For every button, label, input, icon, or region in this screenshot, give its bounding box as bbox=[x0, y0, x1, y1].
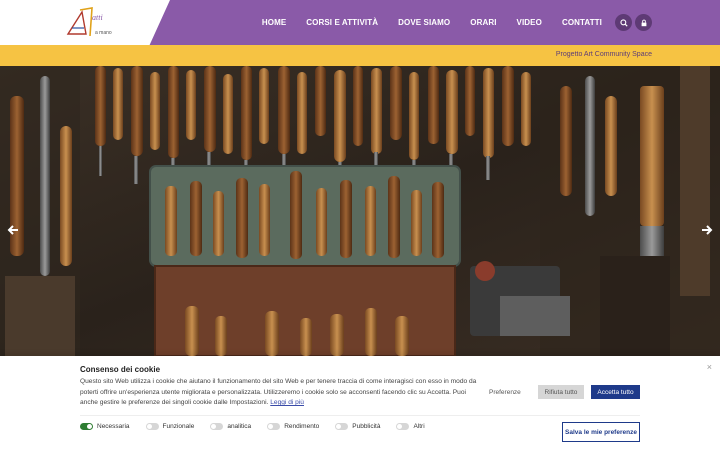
toggle-label: Altri bbox=[413, 423, 425, 430]
read-more-link[interactable]: Leggi di più bbox=[270, 399, 304, 406]
close-icon[interactable]: × bbox=[707, 362, 712, 372]
toggle-performance: Rendimento bbox=[267, 423, 319, 430]
arrow-right-icon bbox=[702, 225, 713, 235]
slider-next-button[interactable] bbox=[700, 223, 714, 237]
header-bar: atti a mano HOME CORSI E ATTIVITÀ DOVE S… bbox=[0, 0, 720, 45]
toggle-label: Rendimento bbox=[284, 423, 320, 430]
nav-item-home[interactable]: HOME bbox=[262, 18, 286, 27]
site-logo[interactable]: atti a mano bbox=[62, 6, 122, 40]
toggle-label: Funzionale bbox=[162, 423, 195, 430]
nav-item-orari[interactable]: ORARI bbox=[470, 18, 496, 27]
reject-all-button[interactable]: Rifiuta tutto bbox=[538, 385, 584, 399]
save-preferences-button[interactable]: Salva le mie preferenze bbox=[562, 422, 640, 442]
lock-icon bbox=[641, 19, 646, 26]
page: atti a mano HOME CORSI E ATTIVITÀ DOVE S… bbox=[0, 0, 720, 450]
search-button[interactable] bbox=[615, 14, 632, 31]
svg-text:atti: atti bbox=[92, 13, 103, 22]
cookie-divider bbox=[80, 415, 640, 416]
slider-prev-button[interactable] bbox=[6, 223, 20, 237]
toggle-functional: Funzionale bbox=[145, 423, 195, 430]
login-button[interactable] bbox=[635, 14, 652, 31]
announcement-strip: Progetto Art Community Space bbox=[0, 45, 720, 66]
search-icon bbox=[619, 18, 628, 27]
cookie-title: Consenso dei cookie bbox=[80, 365, 161, 374]
toggle-switch[interactable] bbox=[396, 423, 410, 430]
hero-slider bbox=[0, 66, 720, 356]
toggle-label: analitica bbox=[227, 423, 252, 430]
nav-item-video[interactable]: VIDEO bbox=[517, 18, 542, 27]
toggle-analytics: analitica bbox=[210, 423, 251, 430]
cookie-description: Questo sito Web utilizza i cookie che ai… bbox=[80, 377, 480, 409]
toggle-switch[interactable] bbox=[335, 423, 349, 430]
arrow-left-icon bbox=[7, 225, 18, 235]
toggle-necessary: Necessaria bbox=[80, 423, 130, 430]
accept-all-button[interactable]: Accetta tutto bbox=[591, 385, 640, 399]
toggle-switch[interactable] bbox=[267, 423, 281, 430]
cookie-category-toggles: Necessaria Funzionale analitica Rendimen… bbox=[80, 423, 441, 430]
nav-item-dove-siamo[interactable]: DOVE SIAMO bbox=[398, 18, 450, 27]
main-nav: HOME CORSI E ATTIVITÀ DOVE SIAMO ORARI V… bbox=[262, 0, 602, 45]
toggle-switch[interactable] bbox=[210, 423, 224, 430]
toggle-advertising: Pubblicità bbox=[335, 423, 380, 430]
toggle-switch[interactable] bbox=[80, 423, 93, 430]
cookie-consent-banner: × Consenso dei cookie Questo sito Web ut… bbox=[0, 356, 720, 450]
toggle-switch[interactable] bbox=[145, 423, 159, 430]
nav-item-contatti[interactable]: CONTATTI bbox=[562, 18, 602, 27]
toggle-others: Altri bbox=[396, 423, 425, 430]
woodworking-tools-photo bbox=[0, 66, 720, 356]
nav-item-corsi[interactable]: CORSI E ATTIVITÀ bbox=[306, 18, 378, 27]
toggle-label: Necessaria bbox=[97, 423, 130, 430]
strip-text: Progetto Art Community Space bbox=[555, 51, 652, 58]
svg-text:a mano: a mano bbox=[95, 30, 112, 36]
preferences-button[interactable]: Preferenze bbox=[489, 386, 521, 399]
toggle-label: Pubblicità bbox=[352, 423, 381, 430]
